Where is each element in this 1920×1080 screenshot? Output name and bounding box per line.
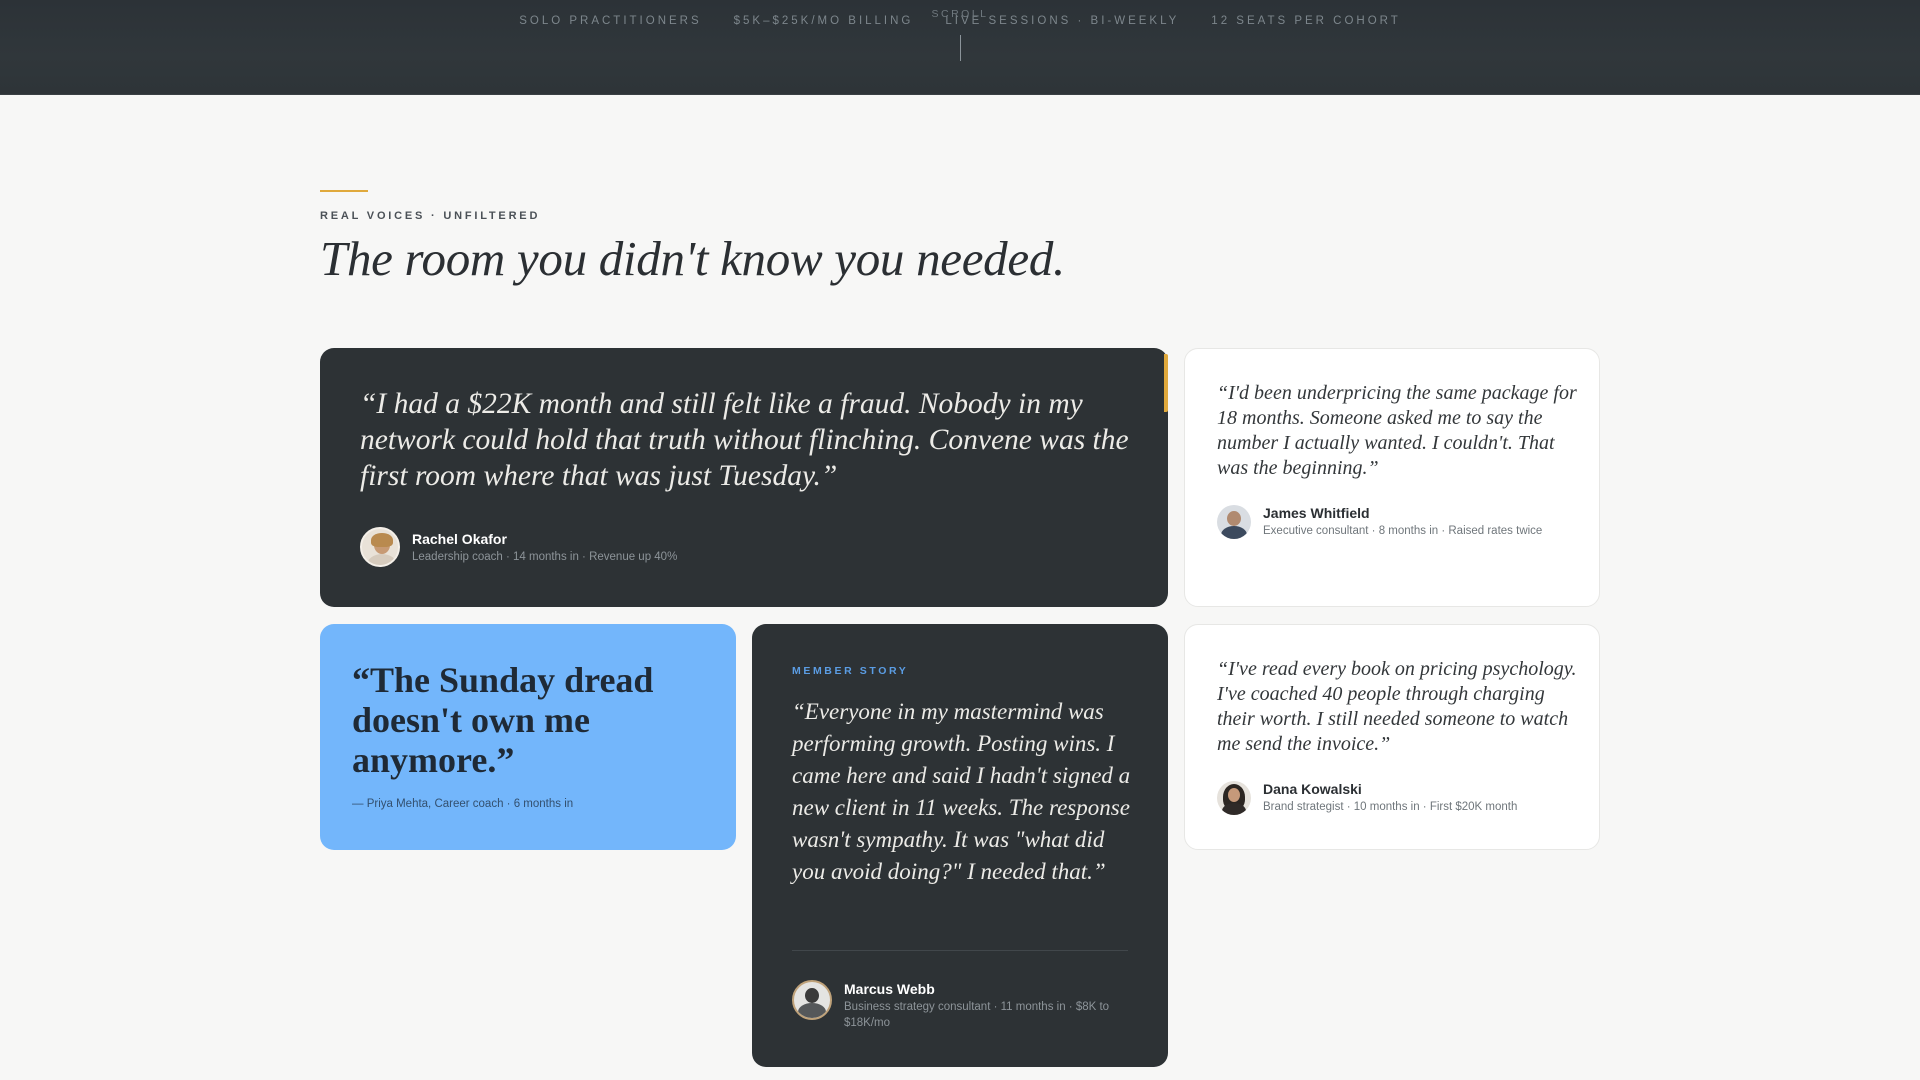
- testimonial-card: “I'd been underpricing the same package …: [1184, 348, 1600, 607]
- featured-accent-tab: [1164, 354, 1168, 412]
- scroll-indicator-label: SCROLL: [931, 8, 989, 20]
- member-meta: Brand strategist · 10 months in · First …: [1263, 801, 1518, 813]
- avatar-icon: [1217, 780, 1251, 815]
- testimonial-card-story: MEMBER STORY “Everyone in my mastermind …: [752, 624, 1168, 1067]
- member-meta: Executive consultant · 8 months in · Rai…: [1263, 525, 1543, 537]
- testimonial-attribution: Marcus Webb Business strategy consultant…: [792, 980, 1134, 1031]
- accent-rule: [320, 190, 368, 192]
- testimonial-quote: “I had a $22K month and still felt like …: [360, 388, 1129, 492]
- avatar-icon: [792, 980, 832, 1020]
- testimonial-card: “I've read every book on pricing psychol…: [1184, 624, 1600, 850]
- member-meta: Business strategy consultant · 11 months…: [844, 1001, 1110, 1029]
- testimonial-attribution: — Priya Mehta, Career coach · 6 months i…: [352, 798, 574, 810]
- testimonial-attribution: James Whitfield Executive consultant · 8…: [1217, 504, 1542, 539]
- section-eyebrow: REAL VOICES · UNFILTERED: [320, 210, 541, 222]
- ticker-item: SOLO PRACTITIONERS: [519, 15, 702, 27]
- card-eyebrow: MEMBER STORY: [792, 665, 909, 677]
- member-name: James Whitfield: [1263, 505, 1370, 521]
- ticker-item: 12 SEATS PER COHORT: [1211, 15, 1401, 27]
- avatar-icon: [1217, 504, 1251, 539]
- scroll-indicator-line: [960, 35, 961, 61]
- testimonial-quote: “I've read every book on pricing psychol…: [1217, 658, 1577, 755]
- ticker-item: $5K–$25K/MO BILLING: [733, 15, 914, 27]
- avatar-icon: [360, 527, 400, 567]
- section-headline: The room you didn't know you needed.: [320, 231, 1065, 286]
- card-divider: [792, 950, 1128, 951]
- testimonial-attribution: Rachel Okafor Leadership coach · 14 mont…: [360, 527, 677, 567]
- testimonial-card-highlight: “The Sunday dread doesn't own me anymore…: [320, 624, 736, 850]
- member-meta: Leadership coach · 14 months in · Revenu…: [412, 550, 678, 563]
- testimonial-quote: “Everyone in my mastermind was performin…: [792, 699, 1131, 884]
- member-name: Rachel Okafor: [412, 530, 507, 547]
- testimonial-card-featured: “I had a $22K month and still felt like …: [320, 348, 1168, 607]
- member-name: Dana Kowalski: [1263, 781, 1362, 797]
- testimonial-quote: “I'd been underpricing the same package …: [1217, 382, 1577, 479]
- top-banner: SOLO PRACTITIONERS $5K–$25K/MO BILLING L…: [0, 0, 1920, 95]
- member-name: Marcus Webb: [844, 981, 935, 997]
- testimonial-quote: “The Sunday dread doesn't own me anymore…: [352, 660, 654, 780]
- testimonial-attribution: Dana Kowalski Brand strategist · 10 mont…: [1217, 780, 1517, 815]
